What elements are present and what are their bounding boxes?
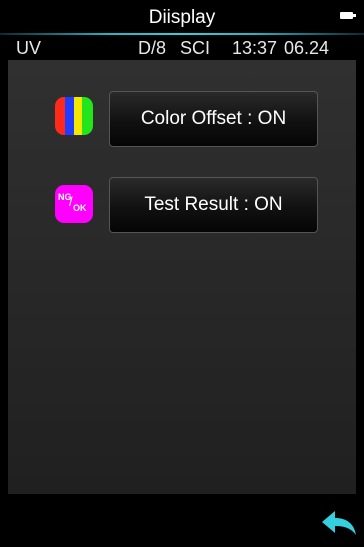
battery-icon bbox=[340, 12, 356, 19]
title-bar: Diisplay bbox=[0, 0, 364, 33]
screen: Diisplay UV D/8 SCI 13:37 06.24 Color Of… bbox=[0, 0, 364, 547]
settings-panel: Color Offset : ON NG / OK Test Result : … bbox=[8, 60, 356, 494]
page-title: Diisplay bbox=[148, 7, 216, 28]
color-bar-yellow bbox=[74, 97, 82, 135]
ng-ok-icon: NG / OK bbox=[55, 185, 93, 223]
status-geometry: D/8 bbox=[138, 38, 167, 58]
status-date: 06.24 bbox=[284, 38, 330, 58]
color-bar-red bbox=[55, 97, 65, 135]
status-spec-mode: SCI bbox=[180, 38, 211, 58]
title-divider bbox=[0, 33, 364, 35]
back-arrow-icon[interactable] bbox=[320, 508, 358, 538]
color-offset-button[interactable]: Color Offset : ON bbox=[109, 91, 318, 147]
ok-label: OK bbox=[73, 203, 87, 213]
bottom-bar bbox=[0, 494, 364, 547]
color-bar-green bbox=[82, 97, 93, 135]
battery-tip bbox=[353, 14, 356, 17]
color-bar-blue bbox=[65, 97, 74, 135]
battery-body bbox=[340, 12, 353, 19]
test-result-button[interactable]: Test Result : ON bbox=[109, 177, 318, 233]
status-bar: UV D/8 SCI 13:37 06.24 bbox=[0, 38, 364, 60]
status-time: 13:37 bbox=[232, 38, 278, 58]
color-bars-icon bbox=[55, 97, 93, 135]
status-mode: UV bbox=[16, 38, 42, 58]
